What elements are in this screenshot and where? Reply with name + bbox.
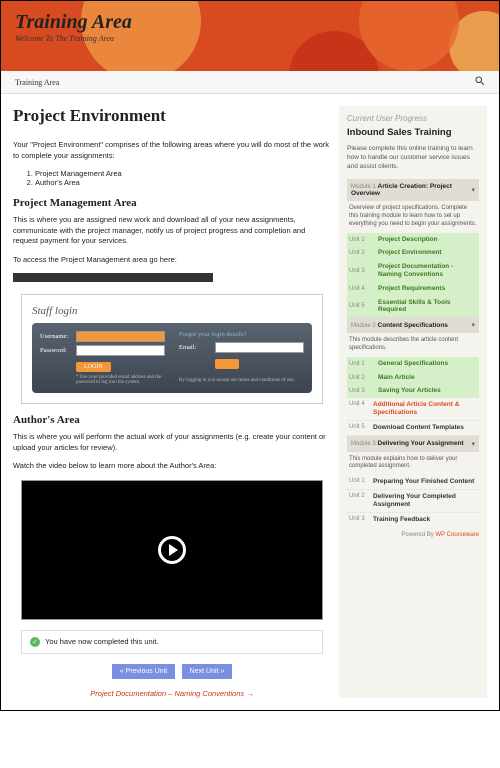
intro-text: Your "Project Environment" comprises of … — [13, 140, 331, 161]
sidebar-heading: Current User Progress — [347, 114, 479, 123]
login-note: * Use your provided email address and th… — [76, 375, 165, 385]
unit-row[interactable]: Unit 2Main Article — [347, 371, 479, 385]
terms-text: By logging in you accept our terms and c… — [179, 378, 304, 383]
authors-desc: This is where you will perform the actua… — [13, 432, 331, 453]
powered-by: Powered By WP Courseware — [347, 532, 479, 538]
pma-desc: This is where you are assigned new work … — [13, 215, 331, 247]
unit-row[interactable]: Unit 3Training Feedback — [347, 513, 479, 527]
email-input[interactable] — [215, 342, 304, 353]
authors-video-intro: Watch the video below to learn more abou… — [13, 461, 331, 472]
completion-text: You have now completed this unit. — [45, 637, 159, 646]
username-label: Username: — [40, 333, 76, 340]
wpcourseware-link[interactable]: WP Courseware — [435, 532, 479, 538]
staff-login-box: Staff login Username: Password: LOGIN * … — [21, 294, 323, 404]
unit-row[interactable]: Unit 4Additional Article Content & Speci… — [347, 398, 479, 421]
section-heading-pma: Project Management Area — [13, 197, 331, 209]
username-input[interactable] — [76, 331, 165, 342]
nav-bar: Training Area — [1, 71, 499, 94]
module-header[interactable]: Module 2 Content Specifications▾ — [347, 317, 479, 333]
next-lesson-link[interactable]: Project Documentation – Naming Conventio… — [13, 689, 331, 698]
password-label: Password: — [40, 347, 76, 354]
list-item: Project Management Area — [35, 169, 331, 178]
login-button[interactable]: LOGIN — [76, 362, 111, 372]
page-title: Project Environment — [13, 106, 331, 126]
site-title: Training Area — [15, 11, 485, 34]
course-title: Inbound Sales Training — [347, 127, 479, 138]
check-icon: ✓ — [30, 637, 40, 647]
course-desc: Please complete this online training to … — [347, 144, 479, 171]
module-header[interactable]: Module 3 Delivering Your Assignment▾ — [347, 436, 479, 452]
play-icon[interactable] — [158, 536, 186, 564]
email-label: Email: — [179, 344, 215, 351]
site-tagline: Welcome To The Training Area — [15, 34, 485, 43]
area-list: Project Management Area Author's Area — [35, 169, 331, 187]
pma-access: To access the Project Management area go… — [13, 255, 331, 266]
sidebar: Current User Progress Inbound Sales Trai… — [339, 106, 487, 698]
main-content: Project Environment Your "Project Enviro… — [13, 106, 331, 698]
module-desc: Overview of project specifications. Comp… — [347, 201, 479, 232]
unit-row[interactable]: Unit 5Download Content Templates — [347, 421, 479, 436]
staff-login-title: Staff login — [32, 305, 312, 317]
forgot-link[interactable]: Forgot your login details? — [179, 331, 304, 338]
nav-link-training[interactable]: Training Area — [15, 78, 59, 87]
list-item: Author's Area — [35, 178, 331, 187]
unit-row[interactable]: Unit 5Essential Skills & Tools Required — [347, 296, 479, 318]
unit-row[interactable]: Unit 3Saving Your Articles — [347, 384, 479, 398]
search-icon[interactable] — [475, 76, 485, 88]
redacted-url — [13, 273, 213, 282]
password-input[interactable] — [76, 345, 165, 356]
unit-row[interactable]: Unit 1Preparing Your Finished Content — [347, 475, 479, 490]
unit-row[interactable]: Unit 1General Specifications — [347, 357, 479, 371]
chevron-down-icon: ▾ — [471, 440, 475, 448]
chevron-down-icon: ▾ — [471, 321, 475, 329]
module-header[interactable]: Module 1 Article Creation: Project Overv… — [347, 179, 479, 201]
prev-unit-button[interactable]: « Previous Unit — [112, 664, 175, 679]
module-desc: This module explains how to deliver your… — [347, 452, 479, 476]
completion-notice: ✓ You have now completed this unit. — [21, 630, 323, 654]
video-player[interactable] — [21, 480, 323, 620]
chevron-down-icon: ▾ — [471, 186, 475, 194]
unit-row[interactable]: Unit 4Project Requirements — [347, 282, 479, 296]
recover-button[interactable] — [215, 359, 239, 369]
next-unit-button[interactable]: Next Unit » — [182, 664, 233, 679]
unit-row[interactable]: Unit 1Project Description — [347, 233, 479, 247]
unit-row[interactable]: Unit 3Project Documentation - Naming Con… — [347, 260, 479, 282]
unit-row[interactable]: Unit 2Project Environment — [347, 246, 479, 260]
section-heading-authors: Author's Area — [13, 414, 331, 426]
unit-row[interactable]: Unit 2Delivering Your Completed Assignme… — [347, 490, 479, 513]
module-desc: This module describes the article conten… — [347, 333, 479, 357]
site-header: Training Area Welcome To The Training Ar… — [1, 1, 499, 71]
